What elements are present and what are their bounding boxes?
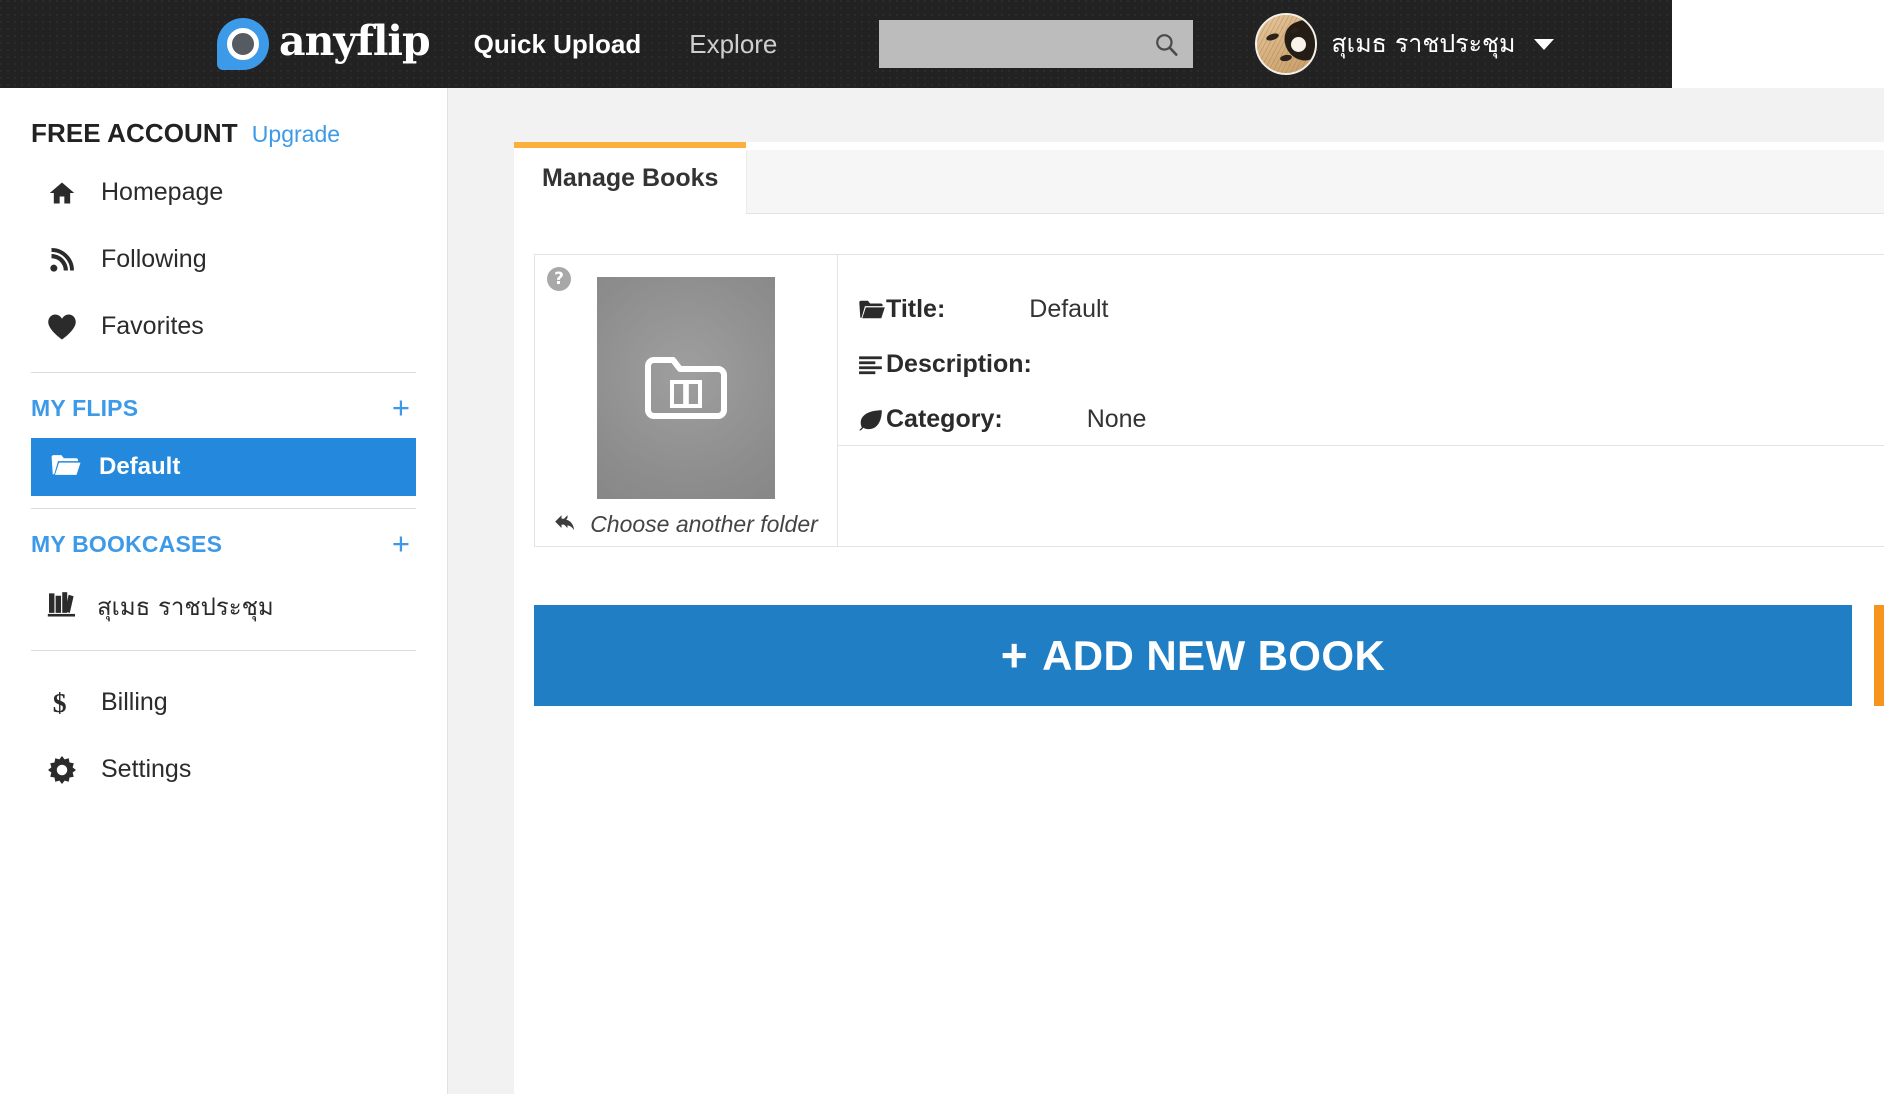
search-input[interactable] [879, 20, 1194, 68]
action-row: + ADD NEW BOOK [534, 605, 1884, 706]
folder-meta-panel: Title: Default Description: Category: No… [838, 255, 1884, 546]
lines-icon [858, 354, 886, 375]
tab-strip-filler [746, 150, 1884, 214]
secondary-action-button[interactable] [1874, 605, 1884, 706]
brand-name: anyflip [279, 17, 431, 65]
folder-book-icon [644, 354, 728, 422]
sidebar-divider-3 [31, 650, 416, 651]
choose-another-folder-label: Choose another folder [590, 511, 818, 537]
sidebar-bookcase-label: สุเมธ ราชประชุม [97, 592, 274, 621]
plus-icon: + [1000, 628, 1029, 681]
my-flips-header: MY FLIPS + [0, 373, 447, 438]
sidebar-item-label: Settings [101, 755, 192, 783]
account-status-row: FREE ACCOUNT Upgrade [0, 108, 447, 159]
user-menu[interactable]: สุเมธ ราชประชุม [1255, 13, 1554, 75]
sidebar-item-billing[interactable]: $ Billing [0, 669, 447, 736]
svg-text:$: $ [53, 688, 67, 718]
reply-all-icon [554, 512, 580, 537]
sidebar-bookcase-item[interactable]: สุเมธ ราชประชุม [0, 574, 447, 638]
sidebar-item-label: Homepage [101, 178, 224, 206]
sidebar-item-favorites[interactable]: Favorites [0, 293, 447, 360]
folder-icon [858, 299, 886, 320]
anyflip-logo-link[interactable]: anyflip [217, 17, 431, 70]
folder-info-card: ? Choose another folder Title: Default D… [534, 254, 1884, 547]
heart-icon [47, 313, 77, 341]
my-bookcases-header: MY BOOKCASES + [0, 509, 447, 574]
meta-row-title: Title: Default [858, 282, 1884, 337]
folder-thumbnail-panel: ? Choose another folder [535, 255, 838, 546]
sidebar-item-label: Billing [101, 688, 168, 716]
chevron-down-icon [1533, 38, 1554, 50]
meta-label-title: Title: [886, 295, 946, 323]
bookcase-icon [47, 591, 77, 622]
upgrade-link[interactable]: Upgrade [252, 121, 340, 148]
sidebar: FREE ACCOUNT Upgrade Homepage Following [0, 88, 448, 1094]
avatar [1255, 13, 1318, 75]
help-icon[interactable]: ? [547, 267, 571, 291]
sidebar-item-label: Favorites [101, 312, 204, 340]
add-bookcase-button[interactable]: + [392, 529, 410, 559]
nav-explore[interactable]: Explore [689, 29, 777, 60]
folder-meta-list: Title: Default Description: Category: No… [838, 255, 1884, 445]
sidebar-item-label: Following [101, 245, 207, 273]
sidebar-item-settings[interactable]: Settings [0, 736, 447, 803]
folder-cover-thumbnail[interactable] [597, 277, 775, 499]
add-new-book-button[interactable]: + ADD NEW BOOK [534, 605, 1852, 706]
meta-label-description: Description: [886, 350, 1032, 378]
rss-icon [47, 246, 77, 274]
anyflip-logo-icon [217, 18, 269, 70]
search-box[interactable] [879, 20, 1194, 68]
gear-icon [47, 755, 77, 785]
my-flips-title: MY FLIPS [31, 395, 139, 421]
card-actions-area [838, 446, 1884, 546]
account-type-label: FREE ACCOUNT [31, 118, 238, 148]
nav-quick-upload[interactable]: Quick Upload [474, 29, 642, 60]
meta-label-category: Category: [886, 405, 1003, 433]
tab-label: Manage Books [542, 163, 719, 192]
sidebar-folder-label: Default [99, 453, 181, 480]
choose-another-folder-button[interactable]: Choose another folder [554, 511, 818, 538]
sidebar-item-following[interactable]: Following [0, 226, 447, 293]
my-bookcases-title: MY BOOKCASES [31, 531, 223, 557]
sidebar-folder-default[interactable]: Default [31, 438, 416, 496]
meta-value-title: Default [1029, 295, 1109, 323]
folder-icon [51, 453, 81, 482]
add-flip-folder-button[interactable]: + [392, 393, 410, 423]
user-name: สุเมธ ราชประชุม [1331, 29, 1516, 58]
leaf-icon [858, 409, 886, 431]
top-navigation-bar: anyflip Quick Upload Explore สุเมธ ราชปร… [0, 0, 1672, 88]
main-content: Manage Books ? Choose another folder Tit… [448, 88, 1884, 1094]
page-body: FREE ACCOUNT Upgrade Homepage Following [0, 88, 1884, 1094]
meta-row-description: Description: [858, 337, 1884, 392]
meta-value-category: None [1086, 405, 1147, 433]
tab-manage-books[interactable]: Manage Books [514, 142, 747, 214]
tab-strip: Manage Books [514, 142, 1884, 214]
content-sheet: Manage Books ? Choose another folder Tit… [514, 142, 1884, 1094]
sidebar-item-homepage[interactable]: Homepage [0, 159, 447, 226]
add-new-book-label: ADD NEW BOOK [1042, 631, 1386, 679]
meta-row-category: Category: None [858, 392, 1884, 447]
home-icon [47, 179, 77, 207]
dollar-icon: $ [47, 688, 77, 718]
